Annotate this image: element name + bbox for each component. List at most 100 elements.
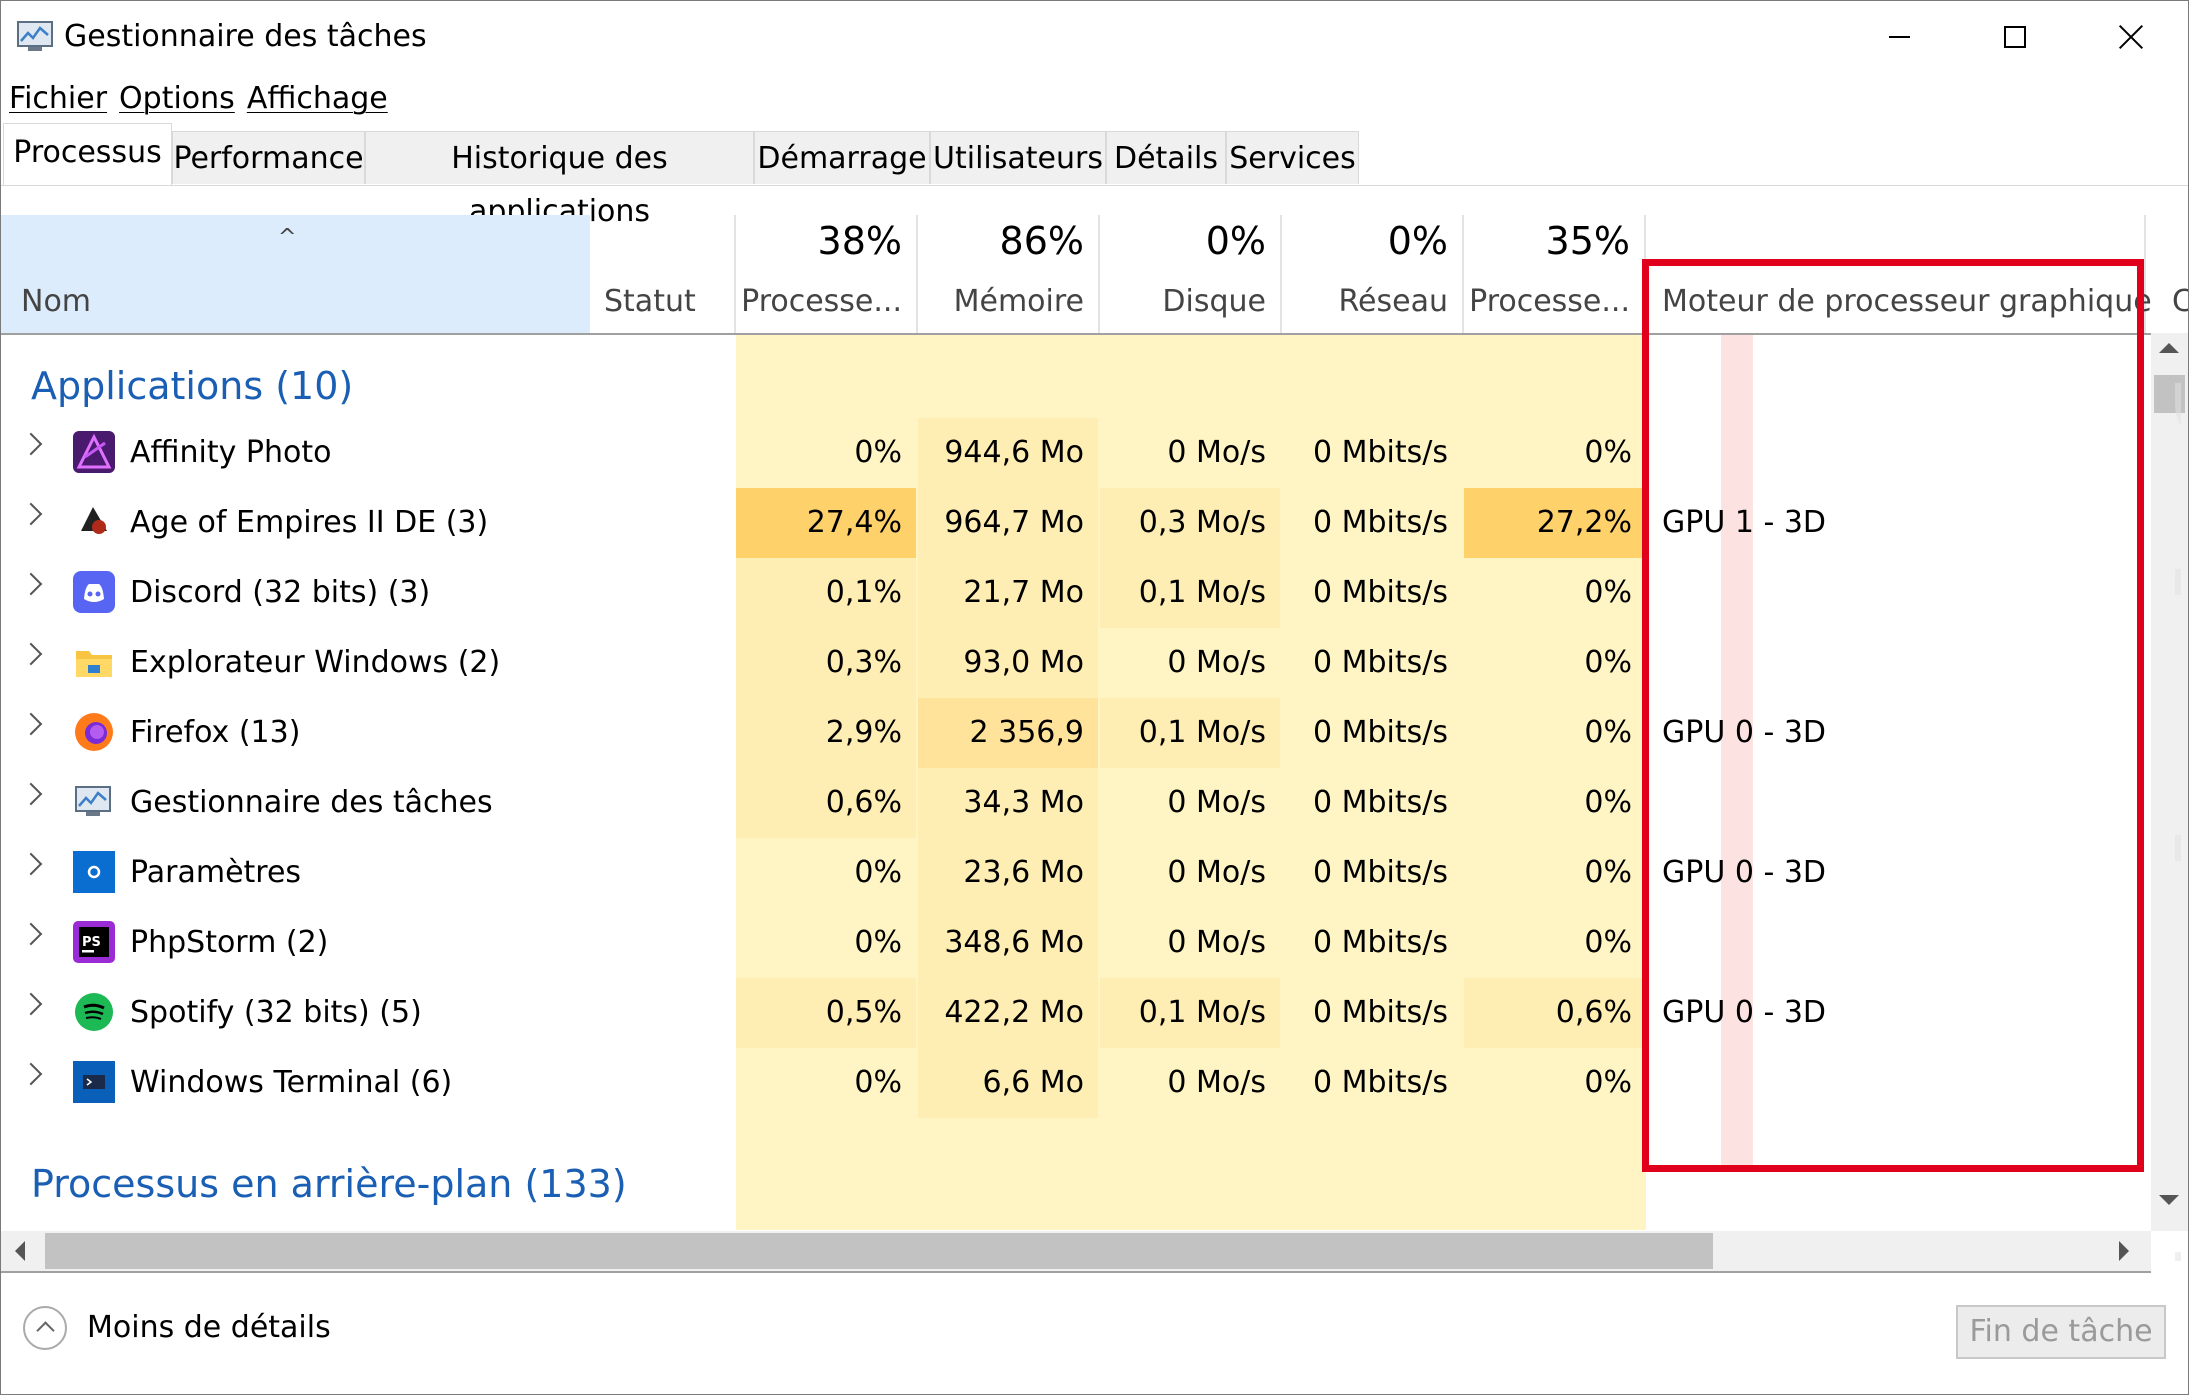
cell-net: 0 Mbits/s — [1312, 505, 1448, 540]
close-icon — [2119, 25, 2143, 49]
tab-performance[interactable]: Performance — [172, 131, 365, 184]
tab-users[interactable]: Utilisateurs — [930, 131, 1106, 184]
process-name: Spotify (32 bits) (5) — [130, 995, 422, 1030]
minimize-icon — [1888, 36, 1910, 38]
scroll-right-icon[interactable] — [2119, 1241, 2129, 1261]
header-gpu-label: Processe... — [1469, 284, 1630, 319]
expand-chevron-icon[interactable] — [19, 642, 43, 666]
cell-net: 0 Mbits/s — [1312, 715, 1448, 750]
header-memory[interactable]: 86% Mémoire — [918, 215, 1100, 333]
less-details-link[interactable]: Moins de détails — [87, 1305, 331, 1351]
scroll-up-icon[interactable] — [2159, 343, 2179, 363]
menu-view[interactable]: Affichage — [239, 77, 388, 121]
header-network[interactable]: 0% Réseau — [1282, 215, 1464, 333]
cell-disk: 0 Mo/s — [1167, 925, 1266, 960]
process-name: Explorateur Windows (2) — [130, 645, 501, 680]
scroll-left-icon[interactable] — [15, 1241, 25, 1261]
tab-details[interactable]: Détails — [1106, 131, 1226, 184]
header-status-label: Statut — [604, 284, 696, 319]
age-of-empires-icon — [73, 501, 115, 543]
cell-net: 0 Mbits/s — [1312, 925, 1448, 960]
vertical-scroll-thumb[interactable] — [2154, 375, 2185, 413]
cell-net: 0 Mbits/s — [1312, 785, 1448, 820]
less-details-chevron-icon[interactable] — [23, 1306, 67, 1350]
scroll-down-icon[interactable] — [2159, 1195, 2179, 1215]
expand-chevron-icon[interactable] — [19, 712, 43, 736]
cell-net: 0 Mbits/s — [1312, 995, 1448, 1030]
process-name: Affinity Photo — [130, 435, 332, 470]
cell-mem: 93,0 Mo — [918, 628, 1098, 698]
cell-net: 0 Mbits/s — [1312, 435, 1448, 470]
expand-chevron-icon[interactable] — [19, 502, 43, 526]
header-name[interactable]: ^ Nom — [1, 215, 590, 333]
process-name: Paramètres — [130, 855, 302, 890]
cell-net: 0 Mbits/s — [1312, 575, 1448, 610]
end-task-button[interactable]: Fin de tâche — [1956, 1305, 2166, 1359]
maximize-button[interactable] — [1957, 1, 2073, 73]
expand-chevron-icon[interactable] — [19, 922, 43, 946]
process-name: Firefox (13) — [130, 715, 301, 750]
cell-gpu: 0% — [1584, 925, 1632, 960]
cell-mem: 2 356,9 Mo — [918, 698, 1098, 820]
cell-cpu: 0% — [854, 855, 902, 890]
cell-mem: 34,3 Mo — [918, 768, 1098, 838]
group-applications[interactable]: Applications (10) — [31, 361, 353, 411]
cell-gpu: 0% — [1584, 715, 1632, 750]
expand-chevron-icon[interactable] — [19, 782, 43, 806]
cell-cpu: 0% — [854, 1065, 902, 1100]
header-cpu[interactable]: 38% Processe... — [736, 215, 918, 333]
header-disk[interactable]: 0% Disque — [1100, 215, 1282, 333]
cell-disk: 0 Mo/s — [1167, 1065, 1266, 1100]
cell-cpu: 27,4% — [736, 488, 916, 558]
header-next-column[interactable]: C — [2146, 215, 2188, 333]
vertical-scrollbar[interactable] — [2151, 333, 2188, 1231]
tab-processes[interactable]: Processus — [3, 123, 172, 185]
menu-bar: Fichier Options Affichage — [1, 77, 392, 121]
header-cpu-pct: 38% — [817, 219, 902, 263]
cell-gpu: 0,6% — [1464, 978, 1646, 1048]
cell-mem: 348,6 Mo — [918, 908, 1098, 978]
expand-chevron-icon[interactable] — [19, 1062, 43, 1086]
cell-disk: 0 Mo/s — [1167, 645, 1266, 680]
header-memory-label: Mémoire — [953, 284, 1084, 319]
terminal-icon — [73, 1061, 115, 1103]
maximize-icon — [2004, 26, 2026, 48]
title-bar: Gestionnaire des tâches — [1, 1, 2188, 73]
tab-app-history[interactable]: Historique des applications — [365, 131, 754, 229]
expand-chevron-icon[interactable] — [19, 852, 43, 876]
menu-file[interactable]: Fichier — [1, 77, 107, 121]
expand-chevron-icon[interactable] — [19, 572, 43, 596]
discord-icon — [73, 571, 115, 613]
cell-cpu: 0,3% — [736, 628, 916, 698]
expand-chevron-icon[interactable] — [19, 992, 43, 1016]
firefox-icon — [73, 711, 115, 753]
cell-net: 0 Mbits/s — [1312, 855, 1448, 890]
cell-net: 0 Mbits/s — [1312, 1065, 1448, 1100]
group-background[interactable]: Processus en arrière-plan (133) — [31, 1159, 627, 1209]
minimize-button[interactable] — [1841, 1, 1957, 73]
tab-services[interactable]: Services — [1226, 131, 1359, 184]
cell-cpu: 0,5% — [736, 978, 916, 1048]
tab-startup[interactable]: Démarrage — [754, 131, 930, 184]
cell-cpu: 0% — [854, 435, 902, 470]
expand-chevron-icon[interactable] — [19, 432, 43, 456]
window-title: Gestionnaire des tâches — [64, 19, 427, 54]
process-name: Age of Empires II DE (3) — [130, 505, 489, 540]
horizontal-scrollbar[interactable] — [1, 1231, 2151, 1273]
header-gpu[interactable]: 35% Processe... — [1464, 215, 1646, 333]
close-button[interactable] — [2073, 1, 2188, 73]
cell-mem: 944,6 Mo — [918, 418, 1098, 488]
horizontal-scroll-thumb[interactable] — [45, 1233, 1713, 1269]
tab-strip: Processus Performance Historique des app… — [1, 123, 2188, 229]
header-disk-label: Disque — [1162, 284, 1266, 319]
header-status[interactable]: Statut — [590, 215, 736, 333]
gpu-engine-highlight-box — [1642, 259, 2144, 1172]
cell-mem: 964,7 Mo — [918, 488, 1098, 558]
cell-mem: 21,7 Mo — [918, 558, 1098, 628]
cell-disk: 0,1 Mo/s — [1100, 558, 1280, 628]
menu-options[interactable]: Options — [111, 77, 235, 121]
phpstorm-icon: PS — [73, 921, 115, 963]
header-disk-pct: 0% — [1205, 219, 1266, 263]
folder-icon — [73, 641, 115, 683]
cell-mem: 23,6 Mo — [918, 838, 1098, 908]
